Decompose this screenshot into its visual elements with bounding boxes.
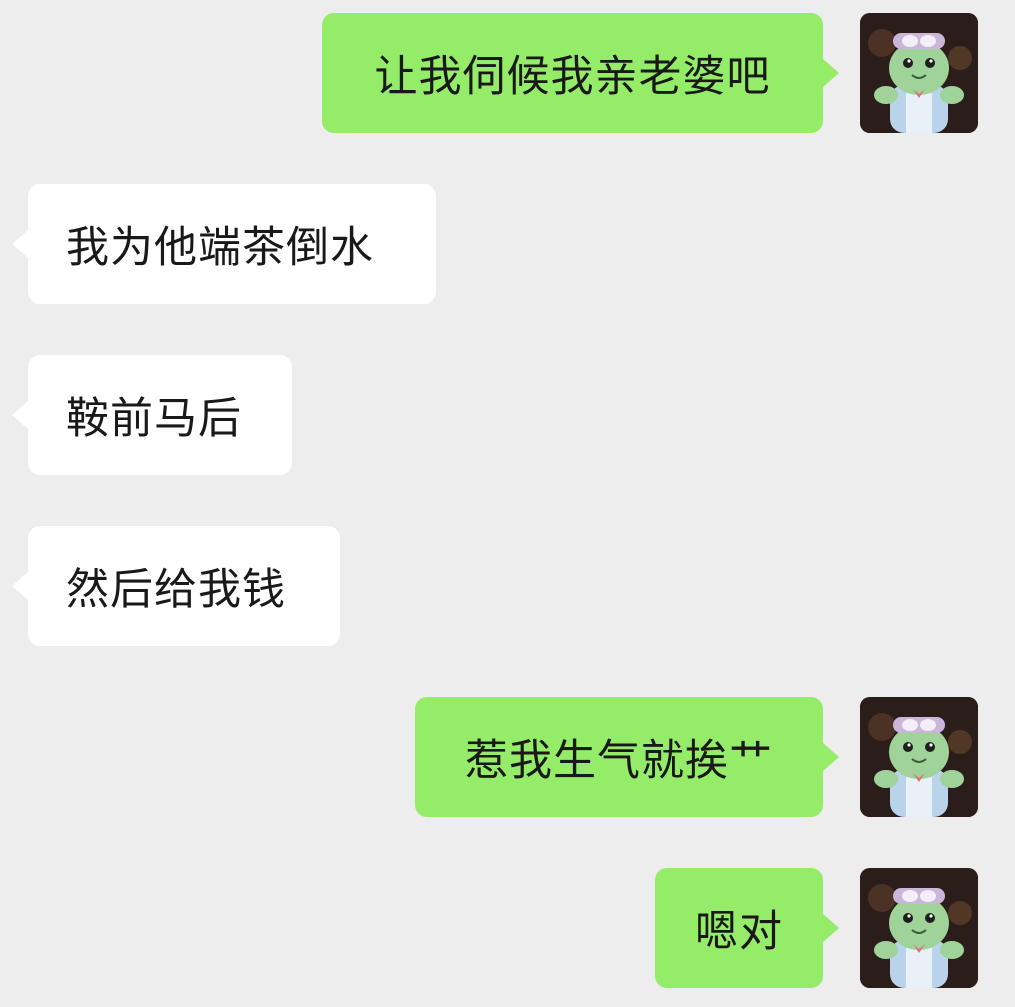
message-row-incoming: 然后给我钱 — [0, 526, 1015, 646]
outgoing-message-bubble[interactable]: 嗯对 — [655, 868, 823, 988]
bubble-tail — [12, 401, 28, 429]
message-row-outgoing: 让我伺候我亲老婆吧 — [0, 13, 1015, 133]
message-text: 然后给我钱 — [66, 565, 286, 615]
message-row-outgoing: 嗯对 — [0, 868, 1015, 988]
message-text: 让我伺候我亲老婆吧 — [374, 52, 771, 102]
incoming-message-bubble[interactable]: 然后给我钱 — [28, 526, 340, 646]
message-text: 鞍前马后 — [66, 394, 242, 444]
bubble-tail — [823, 743, 839, 771]
message-text: 嗯对 — [695, 907, 783, 957]
incoming-message-bubble[interactable]: 我为他端茶倒水 — [28, 184, 436, 304]
message-text: 惹我生气就挨艹 — [465, 736, 773, 786]
message-text: 我为他端茶倒水 — [66, 223, 374, 273]
outgoing-message-bubble[interactable]: 让我伺候我亲老婆吧 — [322, 13, 823, 133]
message-row-incoming: 我为他端茶倒水 — [0, 184, 1015, 304]
user-avatar[interactable] — [860, 697, 978, 817]
bubble-tail — [12, 230, 28, 258]
user-avatar[interactable] — [860, 868, 978, 988]
user-avatar[interactable] — [860, 13, 978, 133]
mascot-avatar-icon — [860, 697, 978, 817]
chat-area: 让我伺候我亲老婆吧 我为他端茶倒水 鞍前马后 然后给我钱 惹我生气就挨艹 嗯对 — [0, 0, 1015, 1007]
outgoing-message-bubble[interactable]: 惹我生气就挨艹 — [415, 697, 823, 817]
bubble-tail — [823, 914, 839, 942]
mascot-avatar-icon — [860, 868, 978, 988]
bubble-tail — [823, 59, 839, 87]
bubble-tail — [12, 572, 28, 600]
message-row-outgoing: 惹我生气就挨艹 — [0, 697, 1015, 817]
incoming-message-bubble[interactable]: 鞍前马后 — [28, 355, 292, 475]
message-row-incoming: 鞍前马后 — [0, 355, 1015, 475]
mascot-avatar-icon — [860, 13, 978, 133]
